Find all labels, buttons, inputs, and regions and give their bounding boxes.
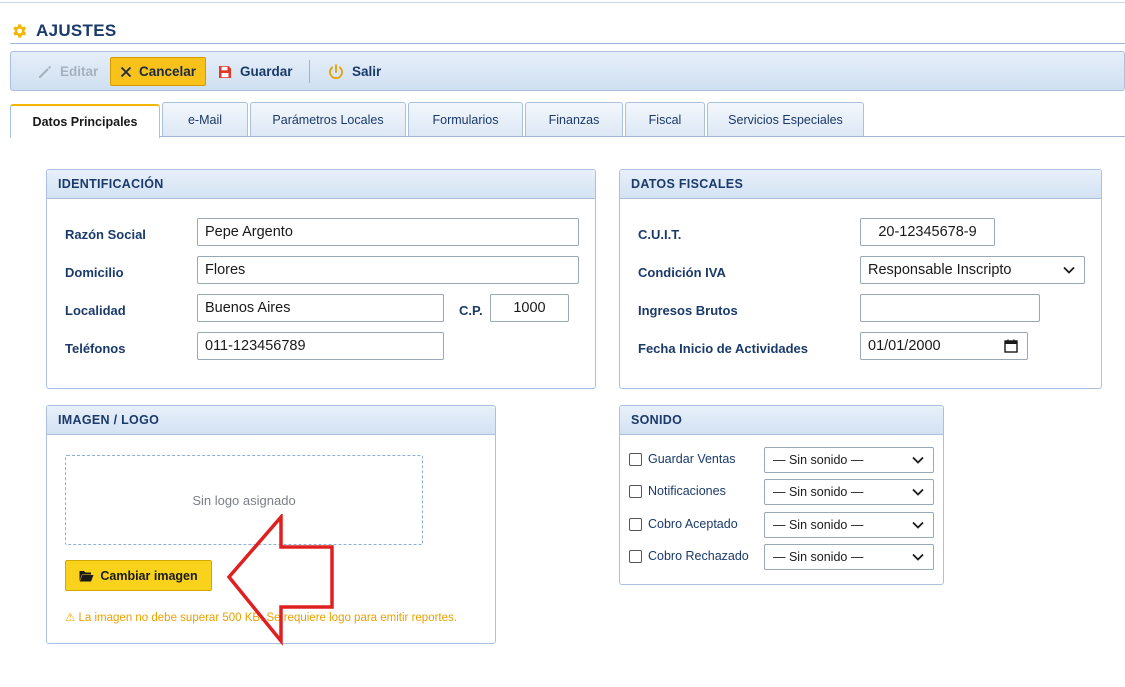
- sound-row: Cobro Aceptado — Sin sonido —: [629, 512, 935, 538]
- cuit-input[interactable]: 20-12345678-9: [860, 218, 995, 246]
- page-header: AJUSTES: [10, 20, 117, 42]
- sound-checkbox[interactable]: [629, 550, 642, 563]
- page-title: AJUSTES: [36, 21, 117, 40]
- toolbar: Editar Cancelar Guardar Salir: [10, 51, 1125, 91]
- top-border: [0, 2, 1125, 3]
- sound-select[interactable]: — Sin sonido —: [764, 512, 934, 538]
- tab-formularios[interactable]: Formularios: [408, 102, 523, 136]
- cancel-button[interactable]: Cancelar: [110, 57, 206, 86]
- calendar-icon: [1004, 339, 1018, 353]
- folder-open-icon: [79, 570, 94, 581]
- sonido-panel: SONIDO Guardar Ventas — Sin sonido — Not…: [619, 405, 944, 585]
- fecha-inicio-input[interactable]: 01/01/2000: [860, 332, 1028, 360]
- condicion-iva-select[interactable]: Responsable Inscripto: [860, 256, 1085, 284]
- fecha-inicio-value: 01/01/2000: [868, 338, 941, 354]
- datos-fiscales-panel: DATOS FISCALES C.U.I.T. 20-12345678-9 Co…: [619, 169, 1102, 389]
- chevron-down-icon: [912, 456, 924, 464]
- sound-row: Cobro Rechazado — Sin sonido —: [629, 544, 935, 570]
- logo-placeholder: Sin logo asignado: [192, 492, 296, 508]
- sound-checkbox[interactable]: [629, 453, 642, 466]
- razon-social-input[interactable]: Pepe Argento: [197, 218, 579, 246]
- power-icon: [329, 63, 343, 79]
- sound-row: Guardar Ventas — Sin sonido —: [629, 447, 935, 473]
- tab-fiscal[interactable]: Fiscal: [625, 102, 705, 136]
- annotation-arrow-icon: [226, 514, 334, 646]
- exit-label: Salir: [352, 64, 382, 79]
- tab-datos-principales[interactable]: Datos Principales: [10, 104, 160, 138]
- condicion-iva-value: Responsable Inscripto: [868, 262, 1012, 278]
- sound-select[interactable]: — Sin sonido —: [764, 479, 934, 505]
- ingresos-brutos-input[interactable]: [860, 294, 1040, 322]
- save-button[interactable]: Guardar: [209, 57, 301, 86]
- chevron-down-icon: [912, 488, 924, 496]
- telefonos-label: Teléfonos: [65, 341, 126, 356]
- cancel-label: Cancelar: [139, 64, 197, 79]
- sound-select-value: — Sin sonido —: [773, 485, 864, 499]
- tab-email[interactable]: e-Mail: [162, 102, 248, 136]
- sound-label: Cobro Rechazado: [648, 549, 749, 563]
- sound-select[interactable]: — Sin sonido —: [764, 544, 934, 570]
- fecha-inicio-label: Fecha Inicio de Actividades: [638, 341, 809, 356]
- tab-parametros-locales[interactable]: Parámetros Locales: [250, 102, 406, 136]
- change-image-button[interactable]: Cambiar imagen: [65, 560, 212, 591]
- edit-button[interactable]: Editar: [29, 57, 106, 86]
- sound-label: Cobro Aceptado: [648, 517, 738, 531]
- imagen-logo-heading: IMAGEN / LOGO: [47, 406, 495, 435]
- sound-select-value: — Sin sonido —: [773, 453, 864, 467]
- tab-finanzas[interactable]: Finanzas: [525, 102, 623, 136]
- save-label: Guardar: [240, 64, 293, 79]
- sound-checkbox[interactable]: [629, 518, 642, 531]
- exit-button[interactable]: Salir: [319, 57, 389, 86]
- localidad-input[interactable]: Buenos Aires: [197, 294, 444, 322]
- chevron-down-icon: [912, 553, 924, 561]
- toolbar-separator: [309, 60, 310, 83]
- sound-select-value: — Sin sonido —: [773, 550, 864, 564]
- title-divider: [10, 43, 1125, 44]
- sound-label: Notificaciones: [648, 484, 726, 498]
- cp-label: C.P.: [459, 303, 483, 318]
- change-image-label: Cambiar imagen: [100, 568, 198, 583]
- floppy-icon: [219, 65, 231, 78]
- chevron-down-icon: [912, 521, 924, 529]
- condicion-iva-label: Condición IVA: [638, 265, 726, 280]
- localidad-label: Localidad: [65, 303, 126, 318]
- pencil-icon: [39, 65, 51, 78]
- identificacion-heading: IDENTIFICACIÓN: [47, 170, 595, 199]
- sound-row: Notificaciones — Sin sonido —: [629, 479, 935, 505]
- edit-label: Editar: [60, 64, 99, 79]
- ingresos-brutos-label: Ingresos Brutos: [638, 303, 738, 318]
- cp-input[interactable]: 1000: [490, 294, 569, 322]
- sound-label: Guardar Ventas: [648, 452, 736, 466]
- domicilio-label: Domicilio: [65, 265, 124, 280]
- sound-checkbox[interactable]: [629, 485, 642, 498]
- identificacion-panel: IDENTIFICACIÓN Razón Social Pepe Argento…: [46, 169, 596, 389]
- telefonos-input[interactable]: 011-123456789: [197, 332, 444, 360]
- close-icon: [120, 66, 132, 77]
- sonido-heading: SONIDO: [620, 406, 943, 435]
- datos-fiscales-heading: DATOS FISCALES: [620, 170, 1101, 199]
- sound-select-value: — Sin sonido —: [773, 518, 864, 532]
- domicilio-input[interactable]: Flores: [197, 256, 579, 284]
- cuit-label: C.U.I.T.: [638, 227, 682, 242]
- gear-icon: [13, 24, 27, 38]
- razon-social-label: Razón Social: [65, 227, 146, 242]
- sound-select[interactable]: — Sin sonido —: [764, 447, 934, 473]
- tab-servicios-especiales[interactable]: Servicios Especiales: [707, 102, 864, 136]
- chevron-down-icon: [1063, 266, 1075, 274]
- tabs-baseline: [10, 136, 1125, 137]
